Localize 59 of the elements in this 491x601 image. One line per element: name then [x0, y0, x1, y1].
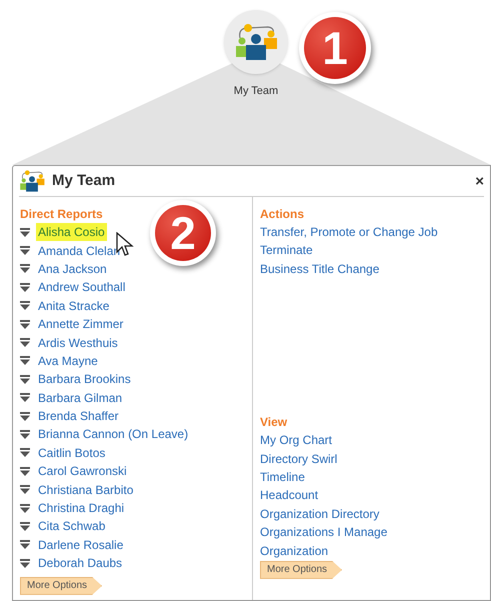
employee-link[interactable]: Ana Jackson: [36, 260, 109, 278]
employee-link[interactable]: Ava Mayne: [36, 352, 100, 370]
team-icon: [234, 22, 278, 62]
employee-link[interactable]: Christina Draghi: [36, 499, 126, 518]
employee-link[interactable]: Andrew Southall: [36, 278, 128, 296]
menu-icon[interactable]: [20, 430, 30, 439]
menu-link[interactable]: Organization Directory: [260, 504, 490, 524]
menu-icon[interactable]: [20, 301, 30, 310]
menu-icon[interactable]: [20, 282, 30, 292]
menu-icon[interactable]: [20, 558, 30, 568]
menu-icon[interactable]: [20, 522, 30, 531]
section-heading: Direct Reports: [20, 206, 104, 223]
menu-icon[interactable]: [20, 485, 30, 494]
menu-icon[interactable]: [20, 320, 30, 329]
employee-link[interactable]: Barbara Brookins: [36, 370, 133, 388]
menu-link[interactable]: Timeline: [260, 468, 490, 486]
menu-icon[interactable]: [20, 264, 30, 274]
more-options-button[interactable]: More Options: [260, 560, 342, 579]
menu-icon[interactable]: [20, 504, 30, 513]
employee-link[interactable]: Deborah Daubs: [36, 554, 124, 572]
menu-link[interactable]: Headcount: [260, 486, 490, 505]
menu-link[interactable]: Directory Swirl: [260, 450, 490, 468]
menu-icon[interactable]: [20, 466, 30, 476]
menu-link[interactable]: Terminate: [260, 241, 490, 260]
section-heading: View: [260, 414, 288, 432]
employee-link[interactable]: Alisha Cosio: [36, 223, 107, 242]
team-launcher-button[interactable]: [224, 10, 288, 74]
menu-link[interactable]: Business Title Change: [260, 260, 490, 278]
menu-icon[interactable]: [20, 374, 30, 384]
menu-icon[interactable]: [20, 412, 30, 421]
launcher-label: My Team: [232, 84, 280, 99]
panel-title: My Team: [52, 170, 116, 191]
menu-icon[interactable]: [20, 228, 30, 237]
menu-link[interactable]: Organization: [260, 542, 490, 560]
menu-link[interactable]: Organizations I Manage: [260, 523, 490, 542]
menu-link[interactable]: Transfer, Promote or Change Job: [260, 223, 490, 242]
employee-link[interactable]: Anita Stracke: [36, 296, 112, 315]
employee-link[interactable]: Carol Gawronski: [36, 462, 129, 480]
more-options-button[interactable]: More Options: [20, 576, 102, 595]
section-heading: Actions: [260, 206, 306, 223]
employee-link[interactable]: Brenda Shaffer: [36, 407, 121, 426]
menu-icon[interactable]: [20, 540, 30, 550]
employee-link[interactable]: Christiana Barbito: [36, 480, 136, 499]
employee-link[interactable]: Barbara Gilman: [36, 388, 124, 407]
employee-link[interactable]: Darlene Rosalie: [36, 536, 126, 554]
employee-link[interactable]: Ardis Westhuis: [36, 334, 120, 352]
menu-icon[interactable]: [20, 393, 30, 402]
close-button[interactable]: ×: [475, 174, 484, 188]
employee-link[interactable]: Cita Schwab: [36, 517, 108, 536]
employee-link[interactable]: Caitlin Botos: [36, 444, 108, 462]
menu-icon[interactable]: [20, 246, 30, 256]
step-badge: 1: [299, 12, 371, 84]
menu-icon[interactable]: [20, 338, 30, 348]
menu-link[interactable]: My Org Chart: [260, 431, 490, 450]
menu-icon[interactable]: [20, 448, 30, 458]
employee-link[interactable]: Annette Zimmer: [36, 315, 126, 334]
menu-icon[interactable]: [20, 356, 30, 366]
employee-link[interactable]: Brianna Cannon (On Leave): [36, 425, 190, 444]
team-icon: [19, 169, 45, 193]
